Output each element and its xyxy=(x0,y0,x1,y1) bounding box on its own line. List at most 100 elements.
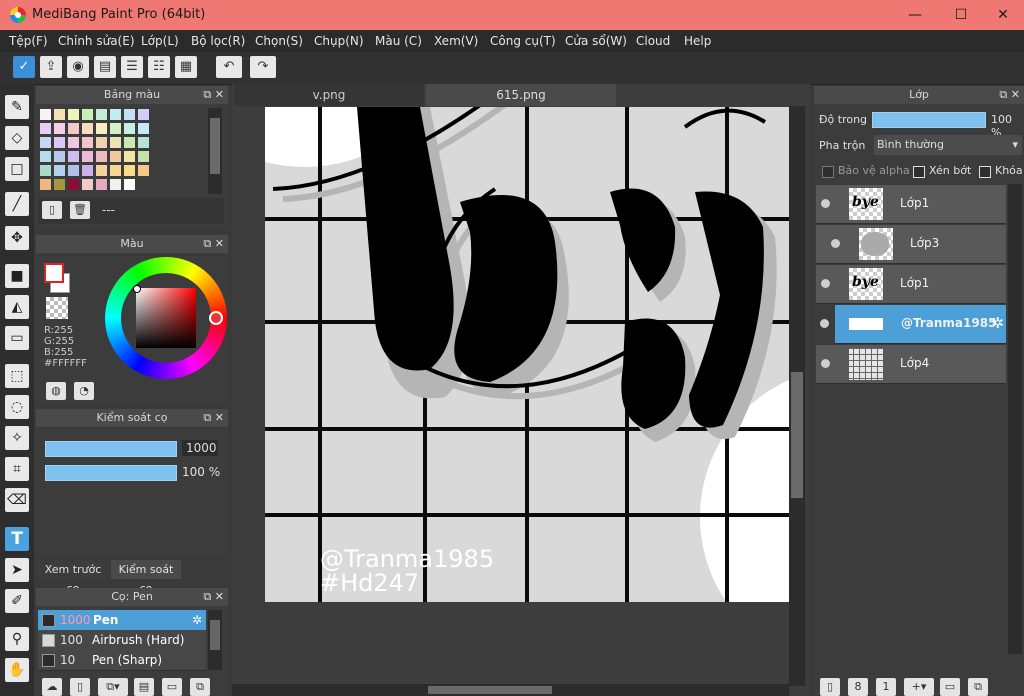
menu-window[interactable]: Cửa sổ(W) xyxy=(565,34,627,48)
brush-type-icon[interactable]: ⧉▾ xyxy=(98,678,128,696)
saturation-value-square[interactable] xyxy=(136,288,196,348)
palette-swatch[interactable] xyxy=(124,179,135,190)
palette-swatch[interactable] xyxy=(82,165,93,176)
palette-swatch[interactable] xyxy=(138,137,149,148)
share-icon[interactable]: ⇪ xyxy=(40,56,62,78)
new-8bit-layer-icon[interactable]: 8 xyxy=(848,678,868,696)
brush-size-value[interactable]: 1000 xyxy=(182,440,218,456)
panel-popout-close-icon[interactable]: ⧉ ✕ xyxy=(203,588,224,606)
menu-help[interactable]: Help xyxy=(684,34,711,48)
palette-swatch[interactable] xyxy=(68,179,79,190)
layer-row[interactable]: Lớp4 xyxy=(816,345,1006,384)
brush-list-item[interactable]: 10 Pen (Sharp) xyxy=(38,650,206,671)
hue-wheel[interactable] xyxy=(105,257,227,379)
palette-swatch[interactable] xyxy=(54,165,65,176)
blend-mode-select[interactable]: Bình thường ▾ xyxy=(874,135,1022,155)
comment-icon[interactable]: ◉ xyxy=(67,56,89,78)
protect-alpha-checkbox[interactable] xyxy=(822,166,834,178)
palette-swatch[interactable] xyxy=(82,151,93,162)
panel-popout-close-icon[interactable]: ⧉ ✕ xyxy=(203,409,224,427)
palette-swatch[interactable] xyxy=(96,179,107,190)
layer-folder-icon[interactable]: ▭ xyxy=(940,678,960,696)
menu-layer[interactable]: Lớp(L) xyxy=(141,34,179,48)
dropper-pen-tool-icon[interactable]: ✐ xyxy=(5,589,29,613)
eye-icon[interactable] xyxy=(831,239,840,248)
menu-filter[interactable]: Bộ lọc(R) xyxy=(191,34,245,48)
palette-scroll-thumb[interactable] xyxy=(210,118,220,174)
transparent-color-swatch[interactable] xyxy=(46,297,68,319)
line-tool-icon[interactable]: ╱ xyxy=(5,192,29,216)
menu-edit[interactable]: Chỉnh sửa(E) xyxy=(58,34,135,48)
select-pen-tool-icon[interactable]: ⌗ xyxy=(5,457,29,481)
bucket-tool-icon[interactable]: ◭ xyxy=(5,295,29,319)
palette-swatch[interactable] xyxy=(110,123,121,134)
layer-row[interactable]: bye Lớp1 xyxy=(816,265,1006,304)
palette-swatch[interactable] xyxy=(96,123,107,134)
palette-swatch[interactable] xyxy=(68,137,79,148)
palette-swatch[interactable] xyxy=(96,109,107,120)
brush-opacity-slider[interactable] xyxy=(45,465,177,481)
palette-swatch[interactable] xyxy=(124,109,135,120)
eyedropper-tool-icon[interactable]: ⚲ xyxy=(5,627,29,651)
tab-615-png[interactable]: 615.png xyxy=(426,84,616,106)
magic-wand-tool-icon[interactable]: ✧ xyxy=(5,426,29,450)
canvas-vertical-scrollbar[interactable] xyxy=(789,106,805,686)
select-rect-tool-icon[interactable]: ⬚ xyxy=(5,364,29,388)
eye-icon[interactable] xyxy=(821,199,830,208)
gear-icon[interactable]: ✲ xyxy=(991,314,1004,332)
panel-popout-close-icon[interactable]: ⧉ ✕ xyxy=(203,235,224,253)
palette-swatch[interactable] xyxy=(124,165,135,176)
settings-list-icon[interactable]: ☷ xyxy=(148,56,170,78)
palette-swatch[interactable] xyxy=(124,123,135,134)
add-layer-menu-icon[interactable]: +▾ xyxy=(904,678,934,696)
fill-rect-tool-icon[interactable]: ■ xyxy=(5,264,29,288)
duplicate-layer-icon[interactable]: ⧉ xyxy=(968,678,988,696)
message-icon[interactable]: ▤ xyxy=(94,56,116,78)
new-palette-icon[interactable]: ▯ xyxy=(42,201,62,219)
gradient-tool-icon[interactable]: ▭ xyxy=(5,326,29,350)
menu-snap[interactable]: Chụp(N) xyxy=(314,34,364,48)
hue-cursor[interactable] xyxy=(209,311,223,325)
palette-swatch[interactable] xyxy=(40,179,51,190)
new-brush-icon[interactable]: ▯ xyxy=(70,678,90,696)
menu-cloud[interactable]: Cloud xyxy=(636,34,670,48)
palette-swatches[interactable] xyxy=(39,108,204,194)
brush-list-scrollbar[interactable] xyxy=(208,610,222,670)
minimize-button[interactable]: — xyxy=(892,0,938,30)
document-icon[interactable]: ☰ xyxy=(121,56,143,78)
menu-file[interactable]: Tệp(F) xyxy=(9,34,48,48)
brush-size-slider[interactable] xyxy=(45,441,177,457)
menu-color[interactable]: Màu (C) xyxy=(375,34,422,48)
canvas-hscroll-thumb[interactable] xyxy=(428,686,552,694)
palette-swatch[interactable] xyxy=(96,151,107,162)
redo-icon[interactable]: ↷ xyxy=(250,56,276,78)
palette-swatch[interactable] xyxy=(96,137,107,148)
lock-checkbox[interactable] xyxy=(979,166,991,178)
tab-brush-preview[interactable]: Xem trước cọ xyxy=(37,560,109,595)
palette-swatch[interactable] xyxy=(138,123,149,134)
canvas-horizontal-scrollbar[interactable] xyxy=(232,684,789,696)
lasso-tool-icon[interactable]: ◌ xyxy=(5,395,29,419)
palette-swatch[interactable] xyxy=(40,151,51,162)
palette-swatch[interactable] xyxy=(138,109,149,120)
rectangle-tool-icon[interactable]: □ xyxy=(5,157,29,181)
layer-row[interactable]: Lớp3 xyxy=(816,225,1006,264)
new-layer-icon[interactable]: ▯ xyxy=(820,678,840,696)
hand-tool-icon[interactable]: ✋ xyxy=(5,658,29,682)
menu-select[interactable]: Chọn(S) xyxy=(255,34,303,48)
palette-swatch[interactable] xyxy=(54,109,65,120)
move-tool-icon[interactable]: ✥ xyxy=(5,226,29,250)
cloud-save-icon[interactable]: ✓ xyxy=(13,56,35,78)
panel-popout-close-icon[interactable]: ⧉ ✕ xyxy=(999,86,1020,104)
new-1bit-layer-icon[interactable]: 1 xyxy=(876,678,896,696)
palette-swatch[interactable] xyxy=(124,151,135,162)
layer-row[interactable]: @Tranma1985 ✲ xyxy=(820,305,1006,344)
palette-swatch[interactable] xyxy=(68,123,79,134)
brush-tool-icon[interactable]: ✎ xyxy=(5,95,29,119)
palette-swatch[interactable] xyxy=(40,123,51,134)
grid-edit-icon[interactable]: ▦ xyxy=(175,56,197,78)
palette-swatch[interactable] xyxy=(110,151,121,162)
palette-swatch[interactable] xyxy=(82,123,93,134)
palette-swatch[interactable] xyxy=(40,137,51,148)
brush-scroll-thumb[interactable] xyxy=(210,620,220,650)
